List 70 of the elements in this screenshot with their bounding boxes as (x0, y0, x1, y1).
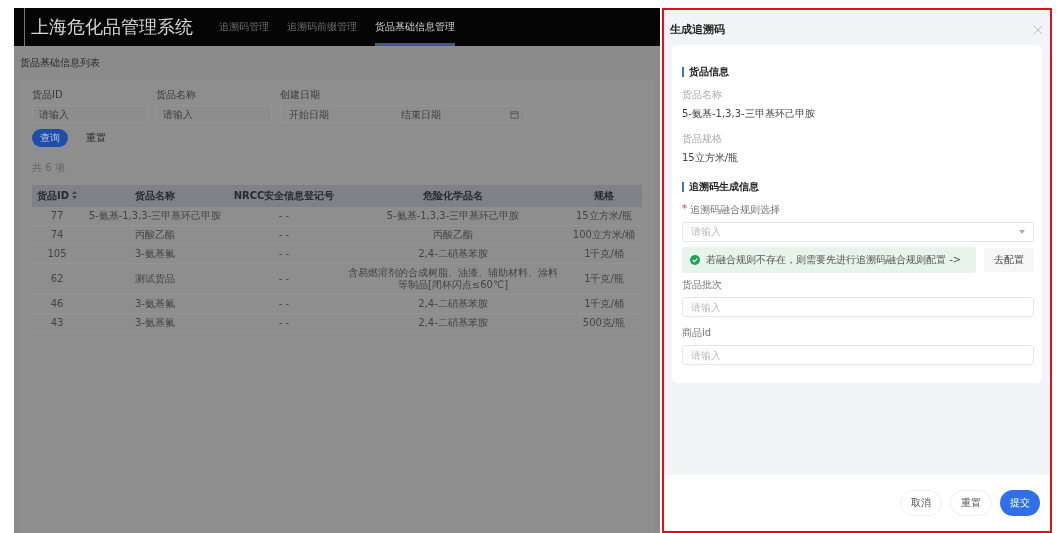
table-cell: 43 (32, 313, 82, 333)
nav-tab[interactable]: 追溯码管理 (219, 8, 269, 46)
info-label: 货品规格 (682, 132, 723, 146)
column-header: 规格 (566, 185, 642, 207)
filter-label: 创建日期 (280, 88, 321, 102)
field-label: 货品批次 (682, 278, 723, 292)
check-circle-icon (690, 255, 700, 265)
table-cell: 1千克/桶 (566, 294, 642, 314)
section-marker (682, 182, 684, 192)
column-header: 货品名称 (82, 185, 228, 207)
column-header: NRCC安全信息登记号 (228, 185, 340, 207)
table-cell: 3-氨基氟 (82, 313, 228, 333)
table-cell: 测试货品 (82, 263, 228, 295)
info-value: 15立方米/瓶 (682, 151, 740, 165)
input-field[interactable]: 请输入 (32, 105, 148, 123)
table-cell: 46 (32, 294, 82, 314)
table-cell: 15立方米/瓶 (566, 207, 642, 226)
table-cell: 77 (32, 207, 82, 226)
filter-label: 货品名称 (156, 88, 197, 102)
section-title: 追溯码生成信息 (689, 180, 759, 194)
table-cell: 丙酸乙酯 (82, 225, 228, 245)
footer-button[interactable]: 取消 (900, 490, 942, 516)
section-title: 货品信息 (689, 65, 729, 79)
table-cell: 1千克/桶 (566, 244, 642, 264)
configure-button[interactable]: 去配置 (984, 248, 1034, 272)
required-mark: * (682, 203, 687, 216)
caret-icon (1019, 230, 1025, 234)
table-cell: - - (228, 294, 340, 314)
table-cell: 1千克/瓶 (566, 263, 642, 295)
filter-label: 货品ID (32, 88, 64, 102)
table-cell: - - (228, 313, 340, 333)
field-label: 追溯码融合规则选择 (690, 203, 780, 217)
table-cell: 3-氨基氟 (82, 294, 228, 314)
date-range-field[interactable]: 开始日期 结束日期 (280, 105, 526, 123)
alert-text: 若融合规则不存在，则需要先进行追溯码融合规则配置 -> (706, 253, 962, 267)
end-date-input[interactable]: 结束日期 (398, 107, 504, 121)
nav-tab[interactable]: 追溯码前缀管理 (287, 8, 357, 46)
table-cell: 100立方米/桶 (566, 225, 642, 245)
section-marker (682, 67, 684, 77)
table-cell: 含易燃溶剂的合成树脂、油漆、辅助材料、涂料等制品[闭杯闪点≤60℃] (340, 263, 566, 295)
table-cell: - - (228, 263, 340, 295)
sort-icon[interactable] (72, 191, 77, 199)
page-heading: 货品基础信息列表 (20, 56, 101, 70)
reset-button[interactable]: 重置 (78, 129, 114, 147)
table-cell: 丙酸乙酯 (340, 225, 566, 245)
close-icon[interactable] (1032, 23, 1044, 36)
column-header: 危险化学品名 (340, 185, 566, 207)
table-cell: 3-氨基氟 (82, 244, 228, 264)
info-value: 5-氨基-1,3,3-三甲基环己甲胺 (682, 107, 816, 121)
app-title: 上海危化品管理系统 (24, 8, 193, 46)
footer-button[interactable]: 重置 (950, 490, 992, 516)
table-cell: 500克/瓶 (566, 313, 642, 333)
query-button[interactable]: 查询 (32, 129, 68, 147)
submit-button[interactable]: 提交 (1000, 490, 1040, 516)
column-header: 货品ID (32, 185, 82, 207)
table-cell: 74 (32, 225, 82, 245)
calendar-icon (510, 109, 519, 119)
drawer-title: 生成追溯码 (670, 22, 725, 37)
table-cell: 105 (32, 244, 82, 264)
input-field[interactable]: 请输入 (156, 105, 272, 123)
table-cell: - - (228, 244, 340, 264)
table-cell: 5-氨基-1,3,3-三甲基环己甲胺 (82, 207, 228, 226)
table-cell: - - (228, 225, 340, 245)
field-label: 商品id (682, 326, 713, 340)
table-cell: 5-氨基-1,3,3-三甲基环己甲胺 (340, 207, 566, 226)
table-cell: - - (228, 207, 340, 226)
start-date-input[interactable]: 开始日期 (287, 107, 393, 121)
info-label: 货品名称 (682, 88, 723, 102)
nav-tab[interactable]: 货品基础信息管理 (375, 8, 455, 46)
table-cell: 62 (32, 263, 82, 295)
